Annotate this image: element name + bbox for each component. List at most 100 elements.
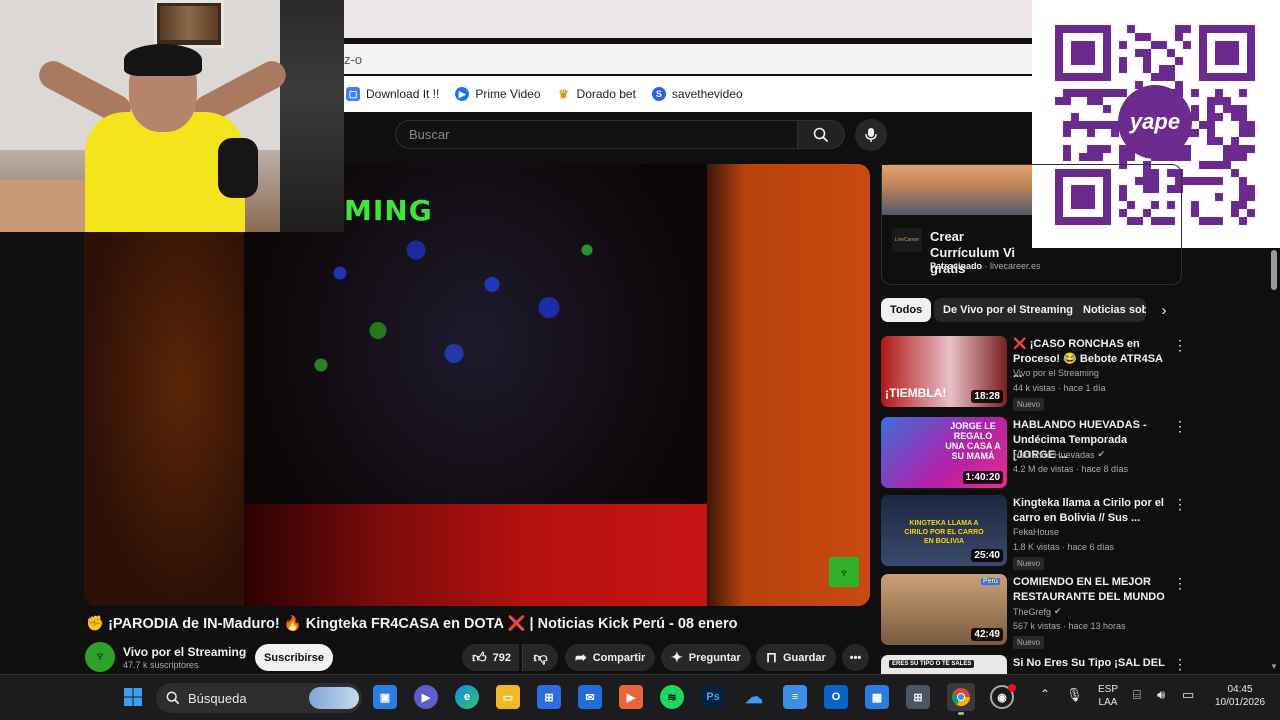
list-item[interactable]: Perú 42:49 COMIENDO EN EL MEJOR RESTAURA… xyxy=(881,574,1187,650)
video-meta: 4.2 M de vistas · hace 8 días xyxy=(1013,464,1129,474)
sponsored-label: Patrocinado xyxy=(930,261,983,271)
chip-noticias[interactable]: Noticias sob xyxy=(1074,298,1146,322)
voice-search-button[interactable] xyxy=(855,119,887,151)
scroll-down-icon[interactable]: ▼ xyxy=(1268,662,1280,672)
more-options-icon[interactable]: ⋮ xyxy=(1173,497,1187,511)
search-icon xyxy=(813,127,829,142)
more-options-icon[interactable]: ⋮ xyxy=(1173,419,1187,433)
address-text: z-o xyxy=(344,52,363,67)
list-item[interactable]: KINGTEKA LLAMA A CIRILO POR EL CARRO EN … xyxy=(881,495,1187,571)
task-view-icon[interactable]: ▣ xyxy=(373,685,397,709)
file-explorer-icon[interactable]: ▭ xyxy=(496,685,520,709)
photoshop-icon[interactable]: Ps xyxy=(701,685,725,709)
bookmark-label: savethevideo xyxy=(671,87,743,101)
microphone-icon[interactable]: 🎙︎ xyxy=(1066,688,1083,701)
dislike-button[interactable]: 👎︎ xyxy=(522,644,558,671)
bookmark-prime-video[interactable]: ▶ Prime Video xyxy=(455,87,541,101)
video-title-main: ✊ ¡PARODIA de IN-Maduro! 🔥 Kingteka FR4C… xyxy=(86,616,738,632)
language-indicator[interactable]: ESP LAA xyxy=(1098,683,1118,709)
duration-badge: 42:49 xyxy=(971,628,1003,641)
more-options-icon[interactable]: ⋮ xyxy=(1173,338,1187,352)
video-thumbnail[interactable]: JORGE LE REGALO UNA CASA A SU MAMÁ 1:40:… xyxy=(881,417,1007,488)
channel-name[interactable]: TheGrefg ✔ xyxy=(1013,606,1062,617)
clock-date: 10/01/2026 xyxy=(1214,697,1266,708)
bookmark-label: Dorado bet xyxy=(576,87,636,101)
onedrive-icon[interactable]: ☁ xyxy=(742,685,766,709)
language-label: ESP xyxy=(1098,684,1119,695)
edge-icon[interactable]: e xyxy=(455,685,479,709)
bookmark-download-it[interactable]: ▢ Download It !! xyxy=(346,87,439,101)
video-meta: 1.8 K vistas · hace 6 días xyxy=(1013,542,1115,552)
weather-widget-icon[interactable] xyxy=(309,687,359,709)
chrome-icon[interactable] xyxy=(947,683,975,711)
webcam-microphone xyxy=(218,138,258,198)
share-button[interactable]: ➦ Compartir xyxy=(565,644,656,671)
volume-icon[interactable]: 🔊︎ xyxy=(1157,688,1165,701)
clock[interactable]: 04:45 10/01/2026 xyxy=(1208,683,1272,709)
list-item[interactable]: JORGE LE REGALO UNA CASA A SU MAMÁ 1:40:… xyxy=(881,417,1187,493)
more-actions-button[interactable]: ••• xyxy=(842,644,869,671)
list-item[interactable]: ERES SU TIPO O TE SALES Si No Eres Su Ti… xyxy=(881,655,1181,674)
folder-icon: ▢ xyxy=(346,87,360,101)
search-box[interactable] xyxy=(395,120,797,149)
network-icon[interactable]: ⌸ xyxy=(1133,688,1141,701)
video-thumbnail[interactable]: ERES SU TIPO O TE SALES xyxy=(881,655,1007,674)
more-options-icon[interactable]: ⋮ xyxy=(1173,576,1187,590)
list-item[interactable]: ¡TIEMBLA! 18:28 ❌ ¡CASO RONCHAS en Proce… xyxy=(881,336,1187,412)
address-bar[interactable]: z-o xyxy=(344,44,1032,74)
webcam-shelf xyxy=(280,0,344,232)
search-input[interactable] xyxy=(396,121,797,148)
notification-dot xyxy=(1008,684,1016,692)
video-thumbnail[interactable]: ¡TIEMBLA! 18:28 xyxy=(881,336,1007,407)
chevron-up-icon[interactable]: ⌃ xyxy=(1040,688,1050,701)
teams-icon[interactable]: ▶ xyxy=(414,685,438,709)
channel-label: Hablando Huevadas xyxy=(1013,449,1095,460)
taskbar-search-input[interactable] xyxy=(188,690,308,706)
bookmark-dorado-bet[interactable]: ♛ Dorado bet xyxy=(557,87,636,101)
video-meta: 567 k vistas · hace 13 horas xyxy=(1013,621,1126,631)
outlook-icon[interactable]: O xyxy=(824,685,848,709)
battery-icon[interactable]: ▭ xyxy=(1182,688,1194,701)
store-icon[interactable]: ⊞ xyxy=(537,685,561,709)
scrollbar-track[interactable] xyxy=(1268,248,1280,674)
like-button[interactable]: 👍︎ 792 xyxy=(462,644,519,671)
ask-button[interactable]: ✦ Preguntar xyxy=(661,644,751,671)
more-options-icon[interactable]: ⋮ xyxy=(1173,657,1181,671)
search-button[interactable] xyxy=(797,120,845,149)
scrollbar-thumb[interactable] xyxy=(1271,250,1277,290)
webcam-painting xyxy=(160,6,218,40)
x-icon: ❌ xyxy=(1013,338,1027,350)
bookmark-label: Download It !! xyxy=(366,87,440,101)
thumbnail-text: ERES SU TIPO O TE SALES xyxy=(889,660,975,668)
calculator-icon[interactable]: ⊞ xyxy=(906,685,930,709)
bookmark-savethevideo[interactable]: S savethevideo xyxy=(651,87,743,101)
microphone-icon xyxy=(865,128,877,142)
chip-todos[interactable]: Todos xyxy=(881,298,932,322)
channel-name[interactable]: Hablando Huevadas ✔ xyxy=(1013,449,1105,460)
chip-channel[interactable]: De Vivo por el Streaming xyxy=(934,298,1083,322)
notepad-icon[interactable]: ≡ xyxy=(783,685,807,709)
channel-name[interactable]: FekaHouse xyxy=(1013,527,1059,537)
duration-badge: 25:40 xyxy=(971,549,1003,562)
bookmarks-bar: ▢ Download It !! ▶ Prime Video ♛ Dorado … xyxy=(344,76,1032,112)
ad-image xyxy=(882,165,1032,215)
sparkle-icon: ✦ xyxy=(671,649,683,665)
media-player-icon[interactable]: ▶ xyxy=(619,685,643,709)
subscribe-button[interactable]: Suscribirse xyxy=(255,644,333,671)
windows-start-icon[interactable] xyxy=(121,685,145,709)
browser-tab-strip xyxy=(344,0,1032,38)
chevron-right-icon[interactable]: › xyxy=(1152,298,1176,322)
channel-name-main[interactable]: Vivo por el Streaming xyxy=(123,645,246,659)
mail-icon[interactable]: ✉ xyxy=(578,685,602,709)
spotify-icon[interactable]: ≋ xyxy=(660,685,684,709)
search-icon xyxy=(166,691,180,705)
channel-name[interactable]: Vivo por el Streaming xyxy=(1013,368,1099,378)
save-button[interactable]: ⊓ Guardar xyxy=(756,644,836,671)
channel-avatar[interactable]: ♆ xyxy=(85,642,115,672)
video-crowd-lights xyxy=(264,204,644,434)
share-label: Compartir xyxy=(592,651,646,664)
video-thumbnail[interactable]: KINGTEKA LLAMA A CIRILO POR EL CARRO EN … xyxy=(881,495,1007,566)
calendar-icon[interactable]: ▦ xyxy=(865,685,889,709)
video-thumbnail[interactable]: Perú 42:49 xyxy=(881,574,1007,645)
thumbnail-text: JORGE LE REGALO UNA CASA A SU MAMÁ xyxy=(945,421,1001,461)
